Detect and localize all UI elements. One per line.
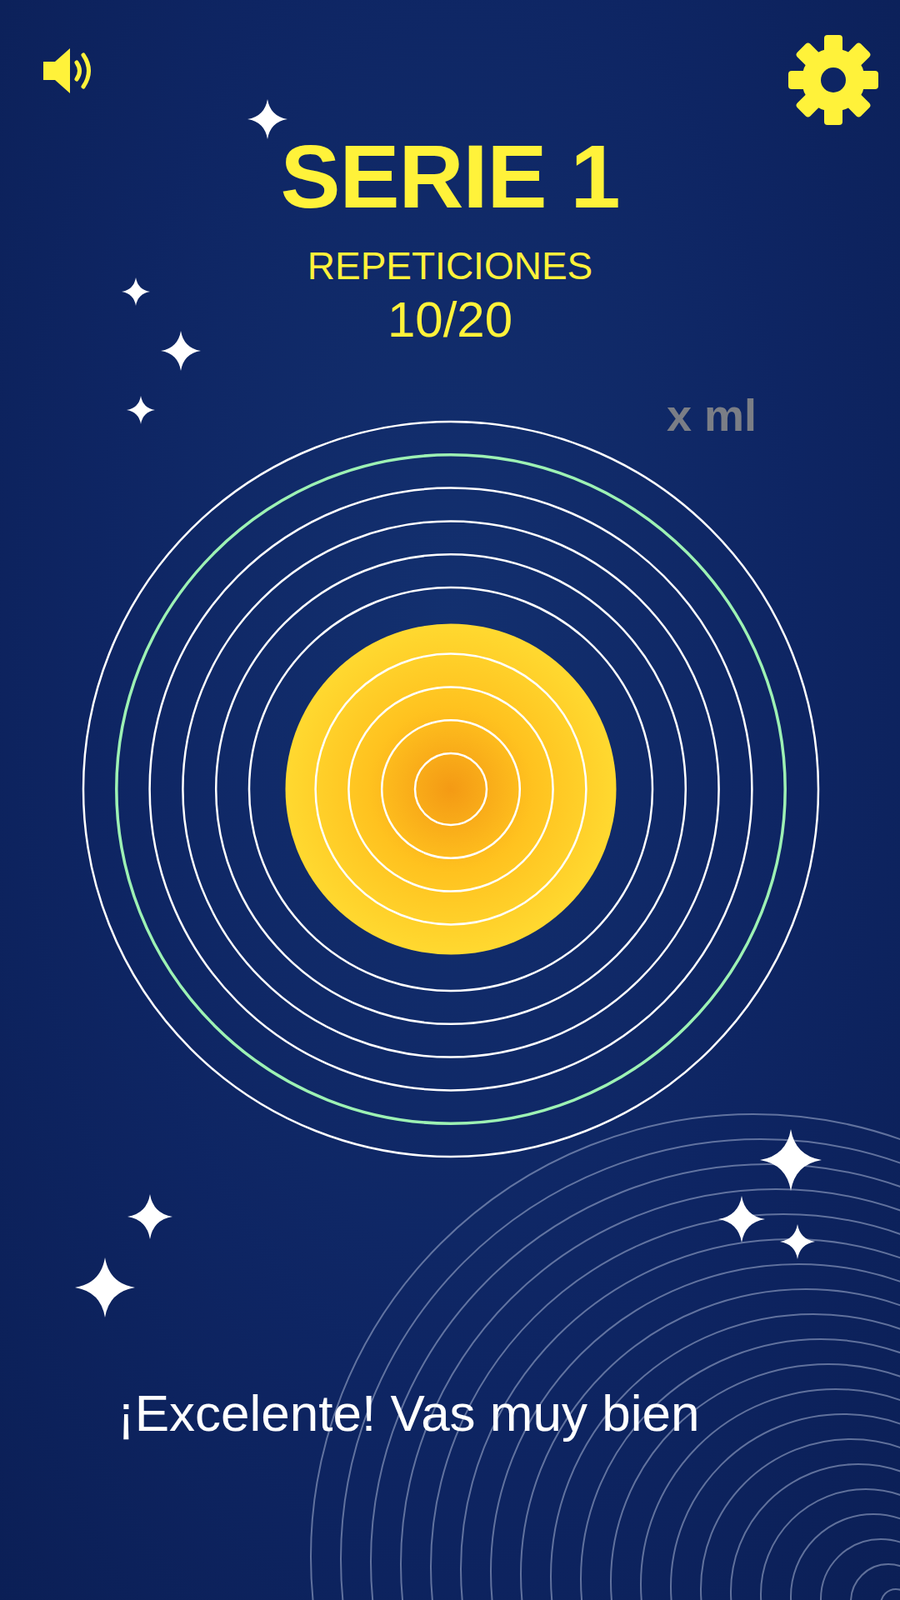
- feedback-message: ¡Excelente! Vas muy bien: [0, 1382, 900, 1445]
- star-icon: [780, 1224, 815, 1260]
- star-icon: [127, 1194, 173, 1240]
- ring: [348, 687, 553, 892]
- repetitions-count: 10/20: [387, 292, 513, 348]
- ring: [381, 720, 520, 859]
- volume-label: x ml: [666, 390, 757, 440]
- repetitions-label: REPETICIONES: [307, 243, 594, 290]
- ring: [182, 521, 719, 1058]
- star-icon: [760, 1129, 822, 1191]
- series-title: SERIE 1: [280, 131, 620, 222]
- sound-icon[interactable]: [40, 41, 99, 100]
- breathing-target: x ml: [0, 414, 900, 1165]
- ring: [83, 421, 819, 1157]
- star-icon: [126, 395, 155, 425]
- ring: [116, 455, 785, 1124]
- ring: [415, 753, 487, 825]
- star-icon: [121, 277, 150, 306]
- gear-icon[interactable]: [786, 33, 880, 127]
- star-icon: [160, 330, 201, 371]
- star-icon: [75, 1257, 135, 1318]
- ring: [249, 587, 653, 991]
- ring: [315, 654, 587, 925]
- star-icon: [718, 1195, 765, 1243]
- ring: [215, 554, 686, 1025]
- ring: [150, 488, 753, 1091]
- breath-disc: [285, 624, 617, 955]
